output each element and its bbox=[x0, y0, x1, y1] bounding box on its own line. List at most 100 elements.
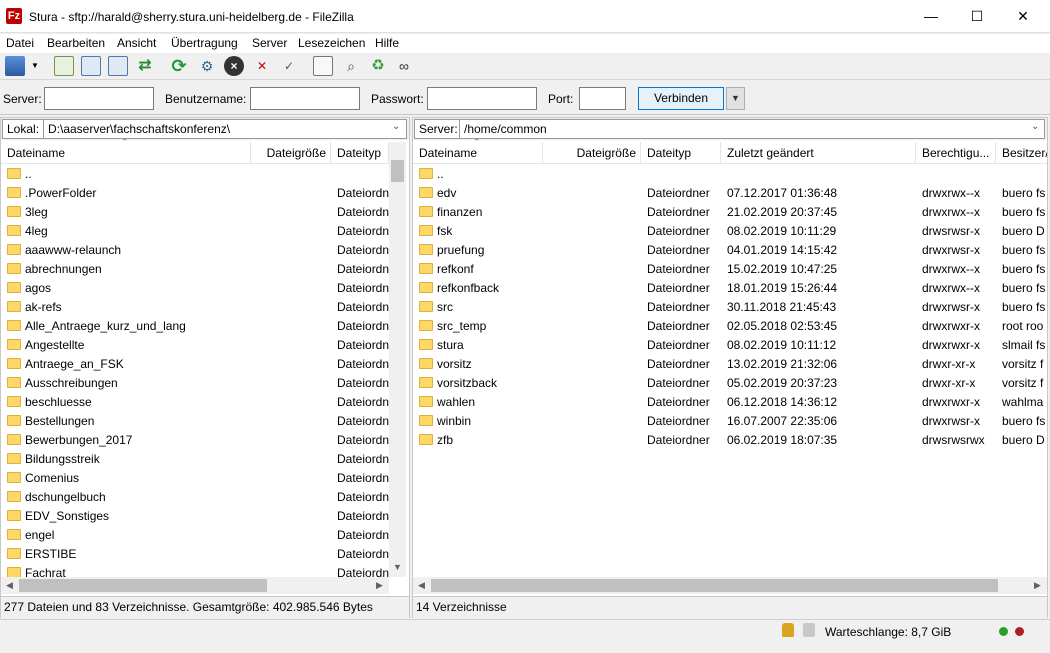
password-input[interactable] bbox=[427, 87, 537, 110]
table-row[interactable]: finanzen Dateiordner 21.02.2019 20:37:45 dr… bbox=[413, 203, 1047, 222]
table-row[interactable]: vorsitz Dateiordner 13.02.2019 21:32:06 drw… bbox=[413, 355, 1047, 374]
sync-browsing-icon[interactable]: ⌕ bbox=[341, 56, 361, 76]
close-button[interactable]: ✕ bbox=[1000, 0, 1046, 33]
table-row[interactable]: Ausschreibungen Dateiordn bbox=[1, 374, 389, 393]
table-row[interactable]: .PowerFolder Dateiordn bbox=[1, 184, 389, 203]
remote-col-permissions[interactable]: Berechtigu... bbox=[916, 142, 996, 164]
table-row[interactable]: Bewerbungen_2017 Dateiordn bbox=[1, 431, 389, 450]
maximize-button[interactable]: ☐ bbox=[954, 0, 1000, 33]
remote-path-dropdown-icon[interactable]: ⌄ bbox=[1031, 121, 1039, 132]
local-path-input[interactable]: D:\aaserver\fachschaftskonferenz\ bbox=[43, 119, 407, 139]
file-owner: buero fs bbox=[1002, 414, 1046, 428]
table-row[interactable]: abrechnungen Dateiordn bbox=[1, 260, 389, 279]
table-row[interactable]: dschungelbuch Dateiordn bbox=[1, 488, 389, 507]
port-input[interactable] bbox=[579, 87, 626, 110]
site-manager-icon[interactable] bbox=[5, 56, 25, 76]
remote-path-input[interactable]: /home/common bbox=[459, 119, 1045, 139]
table-row[interactable]: agos Dateiordn bbox=[1, 279, 389, 298]
refresh-icon[interactable]: ⟳ bbox=[169, 56, 189, 76]
compare-directories-icon[interactable]: ♻ bbox=[368, 56, 388, 76]
search-files-icon[interactable]: ∞ bbox=[394, 56, 414, 76]
table-row[interactable]: Antraege_an_FSK Dateiordn bbox=[1, 355, 389, 374]
file-type: Dateiordner bbox=[647, 300, 710, 314]
table-row[interactable]: Comenius Dateiordn bbox=[1, 469, 389, 488]
site-manager-dropdown-icon[interactable]: ▼ bbox=[29, 56, 41, 76]
menu-hilfe[interactable]: Hilfe bbox=[375, 36, 399, 50]
table-row[interactable]: src_temp Dateiordner 02.05.2018 02:53:45 dr… bbox=[413, 317, 1047, 336]
file-name: EDV_Sonstiges bbox=[25, 509, 110, 523]
minimize-button[interactable]: — bbox=[908, 0, 954, 33]
table-row[interactable]: refkonf Dateiordner 15.02.2019 10:47:25 drw… bbox=[413, 260, 1047, 279]
local-vertical-scrollbar[interactable]: ▼ bbox=[389, 142, 406, 577]
directory-listing-filter-icon[interactable] bbox=[313, 56, 333, 76]
table-row[interactable]: refkonfback Dateiordner 18.01.2019 15:26:4… bbox=[413, 279, 1047, 298]
local-tree-icon[interactable] bbox=[81, 56, 101, 76]
filter-icon[interactable]: ⚙ bbox=[197, 56, 217, 76]
menu-ansicht[interactable]: Ansicht bbox=[117, 36, 156, 50]
file-name-cell: 4leg bbox=[7, 222, 251, 241]
table-row[interactable]: stura Dateiordner 08.02.2019 10:11:12 drwxr… bbox=[413, 336, 1047, 355]
folder-icon bbox=[419, 282, 433, 293]
disconnect-icon[interactable]: ✕ bbox=[252, 56, 272, 76]
menu-lesezeichen[interactable]: Lesezeichen bbox=[298, 36, 365, 50]
table-row[interactable]: Angestellte Dateiordn bbox=[1, 336, 389, 355]
table-row[interactable]: 3leg Dateiordn bbox=[1, 203, 389, 222]
table-row[interactable]: .. bbox=[413, 165, 1047, 184]
file-type: Dateiordn bbox=[337, 243, 389, 257]
remote-horizontal-scrollbar[interactable]: ◀ ▶ bbox=[413, 577, 1047, 594]
table-row[interactable]: EDV_Sonstiges Dateiordn bbox=[1, 507, 389, 526]
table-row[interactable]: Bestellungen Dateiordn bbox=[1, 412, 389, 431]
table-row[interactable]: Alle_Antraege_kurz_und_lang Dateiordn bbox=[1, 317, 389, 336]
cancel-operation-icon[interactable]: × bbox=[224, 56, 244, 76]
server-input[interactable] bbox=[44, 87, 154, 110]
remote-col-size[interactable]: Dateigröße bbox=[543, 142, 641, 164]
remote-col-modified[interactable]: Zuletzt geändert bbox=[721, 142, 916, 164]
table-row[interactable]: pruefung Dateiordner 04.01.2019 14:15:42 dr… bbox=[413, 241, 1047, 260]
folder-icon bbox=[7, 225, 21, 236]
table-row[interactable]: winbin Dateiordner 16.07.2007 22:35:06 drwx… bbox=[413, 412, 1047, 431]
table-row[interactable]: beschluesse Dateiordn bbox=[1, 393, 389, 412]
table-row[interactable]: ERSTIBE Dateiordn bbox=[1, 545, 389, 564]
remote-col-owner[interactable]: Besitzer/ bbox=[996, 142, 1047, 164]
connect-dropdown-icon[interactable]: ▼ bbox=[726, 87, 745, 110]
table-row[interactable]: zfb Dateiordner 06.02.2019 18:07:35 drwsrws… bbox=[413, 431, 1047, 450]
message-log-icon[interactable] bbox=[54, 56, 74, 76]
table-row[interactable]: fsk Dateiordner 08.02.2019 10:11:29 drwsrws… bbox=[413, 222, 1047, 241]
local-horizontal-scrollbar[interactable]: ◀ ▶ bbox=[1, 577, 389, 594]
scroll-right-icon[interactable]: ▶ bbox=[371, 577, 388, 594]
file-type: Dateiordn bbox=[337, 281, 389, 295]
menu-bearbeiten[interactable]: Bearbeiten bbox=[47, 36, 105, 50]
username-input[interactable] bbox=[250, 87, 360, 110]
local-hscroll-thumb[interactable] bbox=[19, 579, 267, 592]
menu-server[interactable]: Server bbox=[252, 36, 287, 50]
table-row[interactable]: edv Dateiordner 07.12.2017 01:36:48 drwxrwx… bbox=[413, 184, 1047, 203]
table-row[interactable]: Bildungsstreik Dateiordn bbox=[1, 450, 389, 469]
table-row[interactable]: Fachrat Dateiordn bbox=[1, 564, 389, 577]
remote-tree-icon[interactable] bbox=[108, 56, 128, 76]
transfer-queue-icon[interactable]: ⇄ bbox=[135, 56, 155, 76]
local-path-dropdown-icon[interactable]: ⌄ bbox=[392, 121, 400, 132]
menu-datei[interactable]: Datei bbox=[6, 36, 34, 50]
table-row[interactable]: 4leg Dateiordn bbox=[1, 222, 389, 241]
connect-button[interactable]: Verbinden bbox=[638, 87, 724, 110]
local-vscroll-thumb[interactable] bbox=[391, 160, 404, 182]
local-col-size[interactable]: Dateigröße bbox=[251, 142, 331, 164]
table-row[interactable]: engel Dateiordn bbox=[1, 526, 389, 545]
file-type: Dateiordn bbox=[337, 319, 389, 333]
remote-col-type[interactable]: Dateityp bbox=[641, 142, 721, 164]
table-row[interactable]: src Dateiordner 30.11.2018 21:45:43 drwxrws… bbox=[413, 298, 1047, 317]
scroll-right-icon[interactable]: ▶ bbox=[1029, 577, 1046, 594]
table-row[interactable]: .. bbox=[1, 165, 389, 184]
table-row[interactable]: vorsitzback Dateiordner 05.02.2019 20:37:2… bbox=[413, 374, 1047, 393]
local-col-type[interactable]: Dateityp bbox=[331, 142, 389, 164]
table-row[interactable]: wahlen Dateiordner 06.12.2018 14:36:12 drwx… bbox=[413, 393, 1047, 412]
reconnect-icon[interactable]: ✓ bbox=[279, 56, 299, 76]
table-row[interactable]: aaawww-relaunch Dateiordn bbox=[1, 241, 389, 260]
scroll-down-icon[interactable]: ▼ bbox=[389, 559, 406, 576]
menu-uebertragung[interactable]: Übertragung bbox=[171, 36, 238, 50]
remote-hscroll-thumb[interactable] bbox=[431, 579, 998, 592]
table-row[interactable]: ak-refs Dateiordn bbox=[1, 298, 389, 317]
scroll-left-icon[interactable]: ◀ bbox=[413, 577, 430, 594]
scroll-left-icon[interactable]: ◀ bbox=[1, 577, 18, 594]
folder-icon bbox=[7, 567, 21, 577]
